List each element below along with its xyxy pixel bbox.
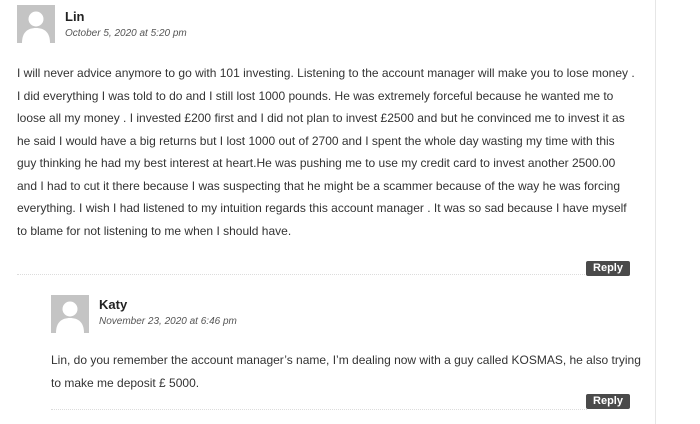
comment-body: I will never advice anymore to go with 1… bbox=[17, 66, 635, 238]
default-avatar-icon bbox=[51, 295, 89, 333]
comments-section: Lin October 5, 2020 at 5:20 pm I will ne… bbox=[0, 0, 700, 424]
reply-button[interactable]: Reply bbox=[586, 394, 630, 409]
comment-author[interactable]: Lin bbox=[65, 9, 85, 25]
reply-button[interactable]: Reply bbox=[586, 261, 630, 276]
divider bbox=[51, 409, 587, 410]
avatar bbox=[17, 5, 55, 43]
divider bbox=[17, 274, 587, 275]
comment-author[interactable]: Katy bbox=[99, 297, 127, 313]
comment-body: Lin, do you remember the account manager… bbox=[51, 353, 641, 390]
content-border bbox=[655, 0, 656, 424]
default-avatar-icon bbox=[17, 5, 55, 43]
comment-date[interactable]: October 5, 2020 at 5:20 pm bbox=[65, 27, 187, 41]
comment-date[interactable]: November 23, 2020 at 6:46 pm bbox=[99, 315, 237, 329]
avatar bbox=[51, 295, 89, 333]
